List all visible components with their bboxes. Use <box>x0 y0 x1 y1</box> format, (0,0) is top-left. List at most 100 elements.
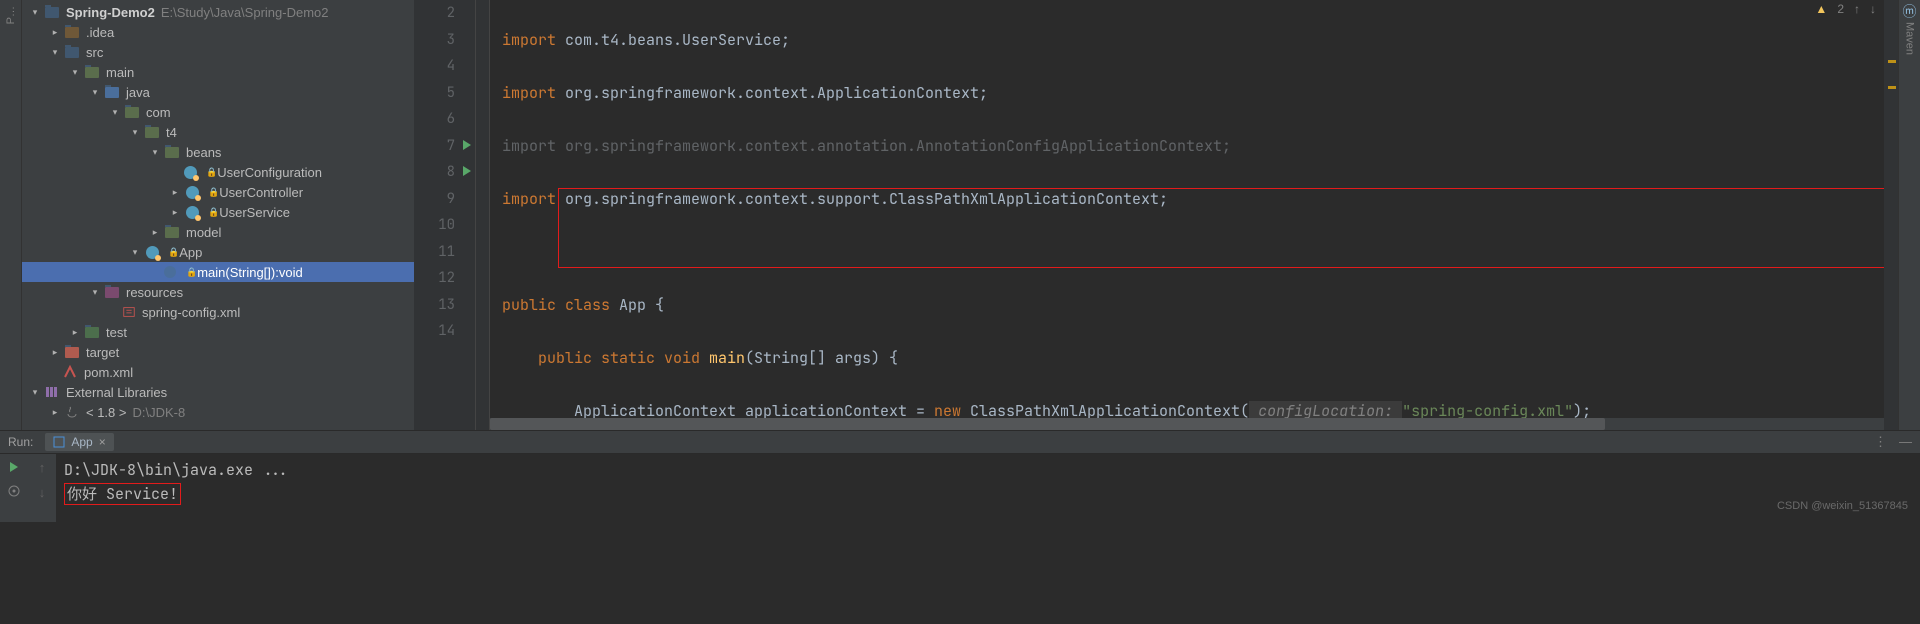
code-line[interactable]: import org.springframework.context.suppo… <box>502 186 1884 213</box>
line-number[interactable]: 12 <box>414 265 475 292</box>
warning-icon[interactable]: ▲ <box>1815 2 1827 16</box>
jdk-icon <box>64 404 80 420</box>
code-area[interactable]: import com.t4.beans.UserService; import … <box>490 0 1884 430</box>
chevron-down-icon[interactable]: ▾ <box>110 107 120 118</box>
line-number[interactable]: 3 <box>414 27 475 54</box>
chevron-down-icon[interactable]: ▾ <box>150 147 160 158</box>
next-highlight-icon[interactable]: ↓ <box>1870 2 1876 16</box>
project-tree[interactable]: ▾ Spring-Demo2 E:\Study\Java\Spring-Demo… <box>22 0 414 430</box>
error-stripe[interactable] <box>1884 0 1898 430</box>
tree-t4[interactable]: ▾ t4 <box>22 122 414 142</box>
console-line[interactable]: 你好 Service! <box>64 482 1912 506</box>
console-output[interactable]: D:\JDK-8\bin\java.exe ... 你好 Service! CS… <box>56 454 1920 522</box>
tree-jdk[interactable]: ▸ < 1.8 > D:\JDK-8 <box>22 402 414 422</box>
inspection-widget[interactable]: ▲ 2 ↑ ↓ <box>1815 2 1876 16</box>
fold-column[interactable] <box>476 0 490 430</box>
tree-spring-config[interactable]: spring-config.xml <box>22 302 414 322</box>
code-line[interactable]: import org.springframework.context.annot… <box>502 133 1884 160</box>
code-line[interactable] <box>502 239 1884 266</box>
run-console[interactable]: ↑ ↓ D:\JDK-8\bin\java.exe ... 你好 Service… <box>0 454 1920 522</box>
code-line[interactable]: import org.springframework.context.Appli… <box>502 80 1884 107</box>
chevron-down-icon[interactable]: ▾ <box>70 67 80 78</box>
run-toolbar[interactable] <box>0 454 28 522</box>
chevron-down-icon[interactable]: ▾ <box>130 247 140 258</box>
run-tool-header[interactable]: Run: App × ⋮ — <box>0 430 1920 454</box>
chevron-down-icon[interactable]: ▾ <box>50 47 60 58</box>
tree-userconfig[interactable]: 🔒 UserConfiguration <box>22 162 414 182</box>
maven-tool-icon[interactable]: ⓜ <box>1900 4 1920 18</box>
tree-ext-lib[interactable]: ▾ External Libraries <box>22 382 414 402</box>
horizontal-scrollbar[interactable] <box>490 418 1884 430</box>
maven-tool-label[interactable]: Maven <box>1904 22 1916 55</box>
console-line[interactable]: D:\JDK-8\bin\java.exe ... <box>64 458 1912 482</box>
tree-target[interactable]: ▸ target <box>22 342 414 362</box>
code-editor[interactable]: 2 3 4 5 6 7 8 9 10 11 12 13 14 import co… <box>414 0 1898 430</box>
chevron-right-icon[interactable]: ▸ <box>170 187 180 198</box>
prev-highlight-icon[interactable]: ↑ <box>1854 2 1860 16</box>
tree-idea[interactable]: ▸ .idea <box>22 22 414 42</box>
line-number[interactable]: 10 <box>414 212 475 239</box>
scrollbar-thumb[interactable] <box>490 418 1605 430</box>
tree-main-method[interactable]: 🔒 main(String[]):void <box>22 262 414 282</box>
chevron-right-icon[interactable]: ▸ <box>50 347 60 358</box>
stripe-warning-mark[interactable] <box>1888 86 1896 89</box>
line-number[interactable]: 7 <box>414 133 475 160</box>
tree-beans[interactable]: ▾ beans <box>22 142 414 162</box>
line-number[interactable]: 4 <box>414 53 475 80</box>
chevron-right-icon[interactable]: ▸ <box>50 27 60 38</box>
chevron-right-icon[interactable]: ▸ <box>70 327 80 338</box>
line-number[interactable]: 14 <box>414 318 475 345</box>
code-line[interactable]: public static void main(String[] args) { <box>502 345 1884 372</box>
line-number[interactable]: 6 <box>414 106 475 133</box>
tree-root[interactable]: ▾ Spring-Demo2 E:\Study\Java\Spring-Demo… <box>22 2 414 22</box>
chevron-down-icon[interactable]: ▾ <box>30 387 40 398</box>
chevron-right-icon[interactable]: ▸ <box>170 207 180 218</box>
more-icon[interactable]: ⋮ <box>1874 434 1887 450</box>
tree-test[interactable]: ▸ test <box>22 322 414 342</box>
tree-com[interactable]: ▾ com <box>22 102 414 122</box>
run-gutter-icon[interactable] <box>461 139 473 151</box>
warning-count: 2 <box>1837 2 1844 16</box>
project-tool-label[interactable]: P… <box>5 6 17 24</box>
line-number[interactable]: 11 <box>414 239 475 266</box>
tree-model[interactable]: ▸ model <box>22 222 414 242</box>
run-tab[interactable]: App × <box>45 433 113 451</box>
tree-usercontroller[interactable]: ▸ 🔒 UserController <box>22 182 414 202</box>
run-gutter-icon[interactable] <box>461 165 473 177</box>
chevron-down-icon[interactable]: ▾ <box>30 7 40 18</box>
code-line[interactable]: public class App { <box>502 292 1884 319</box>
up-icon[interactable]: ↑ <box>39 460 46 475</box>
minimize-icon[interactable]: — <box>1899 434 1912 450</box>
tree-resources[interactable]: ▾ resources <box>22 282 414 302</box>
package-icon <box>124 104 140 120</box>
line-number[interactable]: 2 <box>414 0 475 27</box>
line-number[interactable]: 13 <box>414 292 475 319</box>
close-icon[interactable]: × <box>99 435 106 449</box>
settings-icon[interactable] <box>7 484 21 498</box>
lock-icon: 🔒 <box>168 247 179 258</box>
chevron-down-icon[interactable]: ▾ <box>130 127 140 138</box>
right-tool-rail[interactable]: ⓜ Maven <box>1898 0 1920 430</box>
code-line[interactable]: import com.t4.beans.UserService; <box>502 27 1884 54</box>
console-toolbar[interactable]: ↑ ↓ <box>28 454 56 522</box>
down-icon[interactable]: ↓ <box>39 485 46 500</box>
chevron-down-icon[interactable]: ▾ <box>90 87 100 98</box>
tree-pom[interactable]: pom.xml <box>22 362 414 382</box>
tree-app[interactable]: ▾ 🔒 App <box>22 242 414 262</box>
rerun-icon[interactable] <box>7 460 21 474</box>
editor-gutter[interactable]: 2 3 4 5 6 7 8 9 10 11 12 13 14 <box>414 0 476 430</box>
run-label: Run: <box>8 435 33 449</box>
stripe-warning-mark[interactable] <box>1888 60 1896 63</box>
chevron-right-icon[interactable]: ▸ <box>150 227 160 238</box>
left-tool-rail[interactable]: P… <box>0 0 22 430</box>
line-number[interactable]: 8 <box>414 159 475 186</box>
tree-src[interactable]: ▾ src <box>22 42 414 62</box>
folder-icon <box>84 64 100 80</box>
line-number[interactable]: 5 <box>414 80 475 107</box>
tree-java[interactable]: ▾ java <box>22 82 414 102</box>
line-number[interactable]: 9 <box>414 186 475 213</box>
chevron-down-icon[interactable]: ▾ <box>90 287 100 298</box>
chevron-right-icon[interactable]: ▸ <box>50 407 60 418</box>
tree-main[interactable]: ▾ main <box>22 62 414 82</box>
tree-userservice[interactable]: ▸ 🔒 UserService <box>22 202 414 222</box>
